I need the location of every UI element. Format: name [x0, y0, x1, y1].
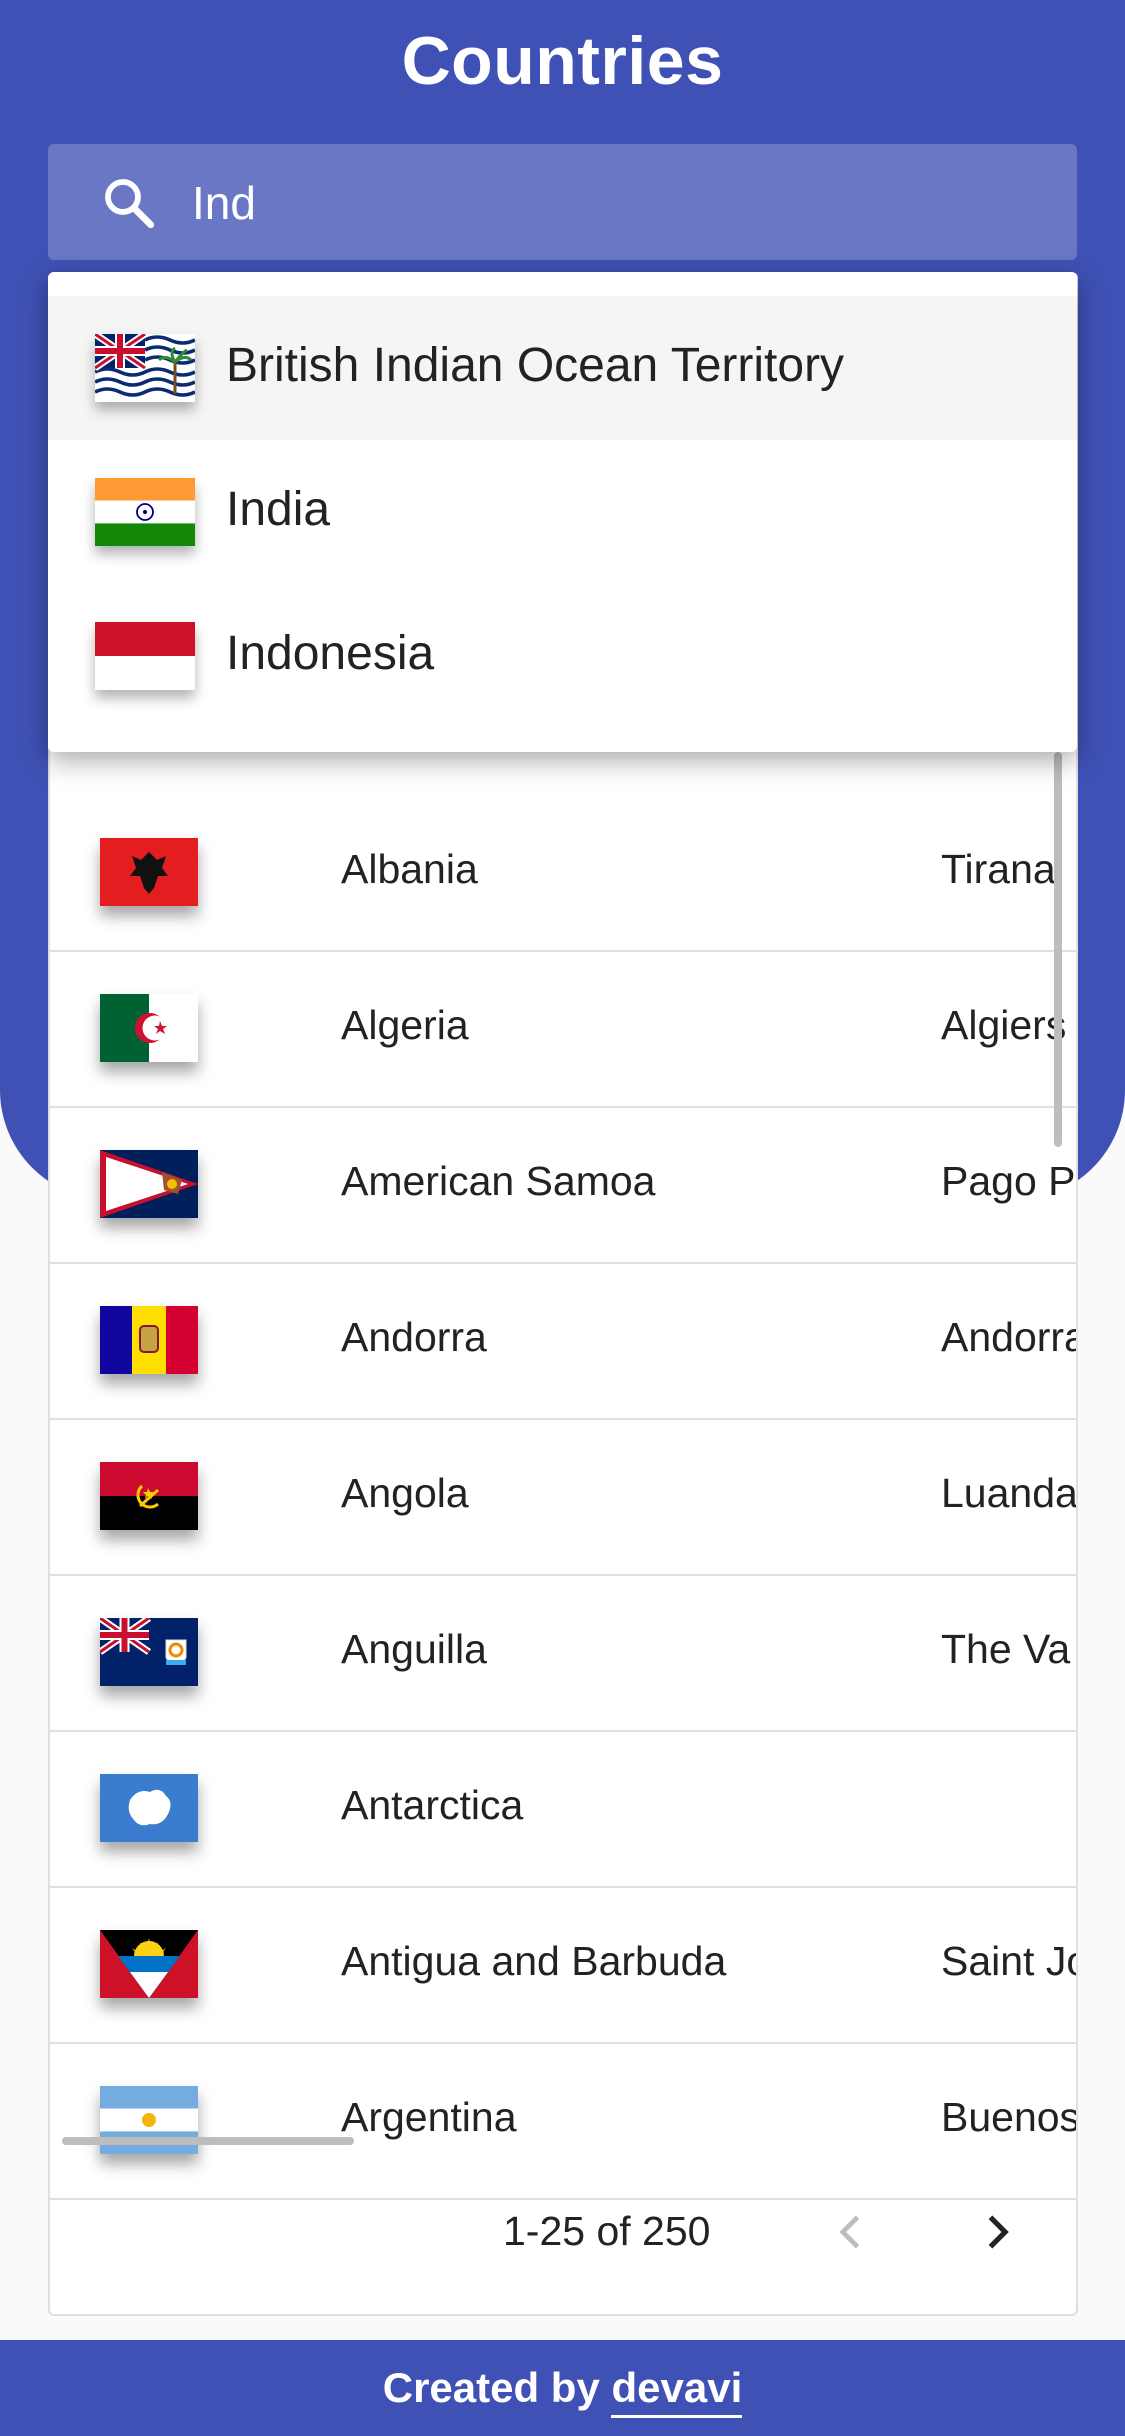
footer-credit: Created by	[382, 2364, 612, 2411]
country-capital: The Va	[941, 1626, 1071, 1672]
vertical-scrollbar[interactable]	[1054, 752, 1062, 1147]
country-name: Argentina	[341, 2094, 517, 2140]
suggestion-item[interactable]: India	[48, 440, 1077, 584]
country-name: Antarctica	[341, 1782, 524, 1828]
suggestion-item[interactable]: British Indian Ocean Territory	[48, 296, 1077, 440]
footer: Created by devavi	[0, 2340, 1125, 2436]
table-row[interactable]: Anguilla The Va	[50, 1574, 1076, 1732]
page-title: Countries	[401, 23, 724, 99]
author-link[interactable]: devavi	[611, 2364, 743, 2418]
country-name: Anguilla	[341, 1626, 487, 1672]
table-row[interactable]: Andorra Andorra	[50, 1262, 1076, 1420]
table-row[interactable]: Angola Luanda	[50, 1418, 1076, 1576]
pagination: 1-25 of 250	[48, 2180, 1074, 2290]
table-row[interactable]: Antarctica	[50, 1730, 1076, 1888]
country-name: Antigua and Barbuda	[341, 1938, 727, 1984]
suggestion-label: British Indian Ocean Territory	[226, 339, 845, 392]
country-capital: Tirana	[941, 846, 1056, 892]
country-capital: Algiers	[941, 1002, 1067, 1048]
pagination-range: 1-25 of 250	[503, 2208, 711, 2254]
country-capital: Saint Jo	[941, 1938, 1078, 1984]
flag-anguilla-icon	[100, 1618, 198, 1686]
search-field[interactable]: Ind	[48, 144, 1077, 260]
flag-andorra-icon	[100, 1306, 198, 1374]
horizontal-scrollbar[interactable]	[62, 2137, 354, 2145]
table-row[interactable]: Antigua and Barbuda Saint Jo	[50, 1886, 1076, 2044]
country-name: Andorra	[341, 1314, 487, 1360]
chevron-right-icon[interactable]	[974, 2210, 1018, 2254]
country-name: Albania	[341, 846, 478, 892]
search-suggestions-dropdown: British Indian Ocean Territory India Ind…	[48, 272, 1077, 752]
country-capital: Pago P	[941, 1158, 1076, 1204]
flag-angola-icon	[100, 1462, 198, 1530]
country-name: American Samoa	[341, 1158, 656, 1204]
flag-albania-icon	[100, 838, 198, 906]
flag-india-icon	[95, 478, 195, 546]
suggestion-label: India	[226, 483, 331, 536]
search-input[interactable]: Ind	[192, 176, 256, 230]
country-capital: Buenos	[941, 2094, 1078, 2140]
table-row[interactable]: Albania Tirana	[50, 794, 1076, 952]
country-name: Angola	[341, 1470, 469, 1516]
country-name: Algeria	[341, 1002, 469, 1048]
table-row[interactable]: Algeria Algiers	[50, 950, 1076, 1108]
table-row[interactable]: American Samoa Pago P	[50, 1106, 1076, 1264]
suggestion-item[interactable]: Indonesia	[48, 584, 1077, 728]
chevron-left-icon[interactable]	[830, 2210, 874, 2254]
country-capital: Luanda	[941, 1470, 1078, 1516]
flag-american-samoa-icon	[100, 1150, 198, 1218]
flag-antigua-and-barbuda-icon	[100, 1930, 198, 1998]
table-row[interactable]: Argentina Buenos	[50, 2042, 1076, 2200]
flag-antarctica-icon	[100, 1774, 198, 1842]
suggestion-label: Indonesia	[226, 627, 435, 680]
country-capital: Andorra	[941, 1314, 1078, 1360]
flag-british-indian-ocean-territory-icon	[95, 334, 195, 402]
search-icon	[105, 179, 155, 229]
flag-algeria-icon	[100, 994, 198, 1062]
flag-indonesia-icon	[95, 622, 195, 690]
